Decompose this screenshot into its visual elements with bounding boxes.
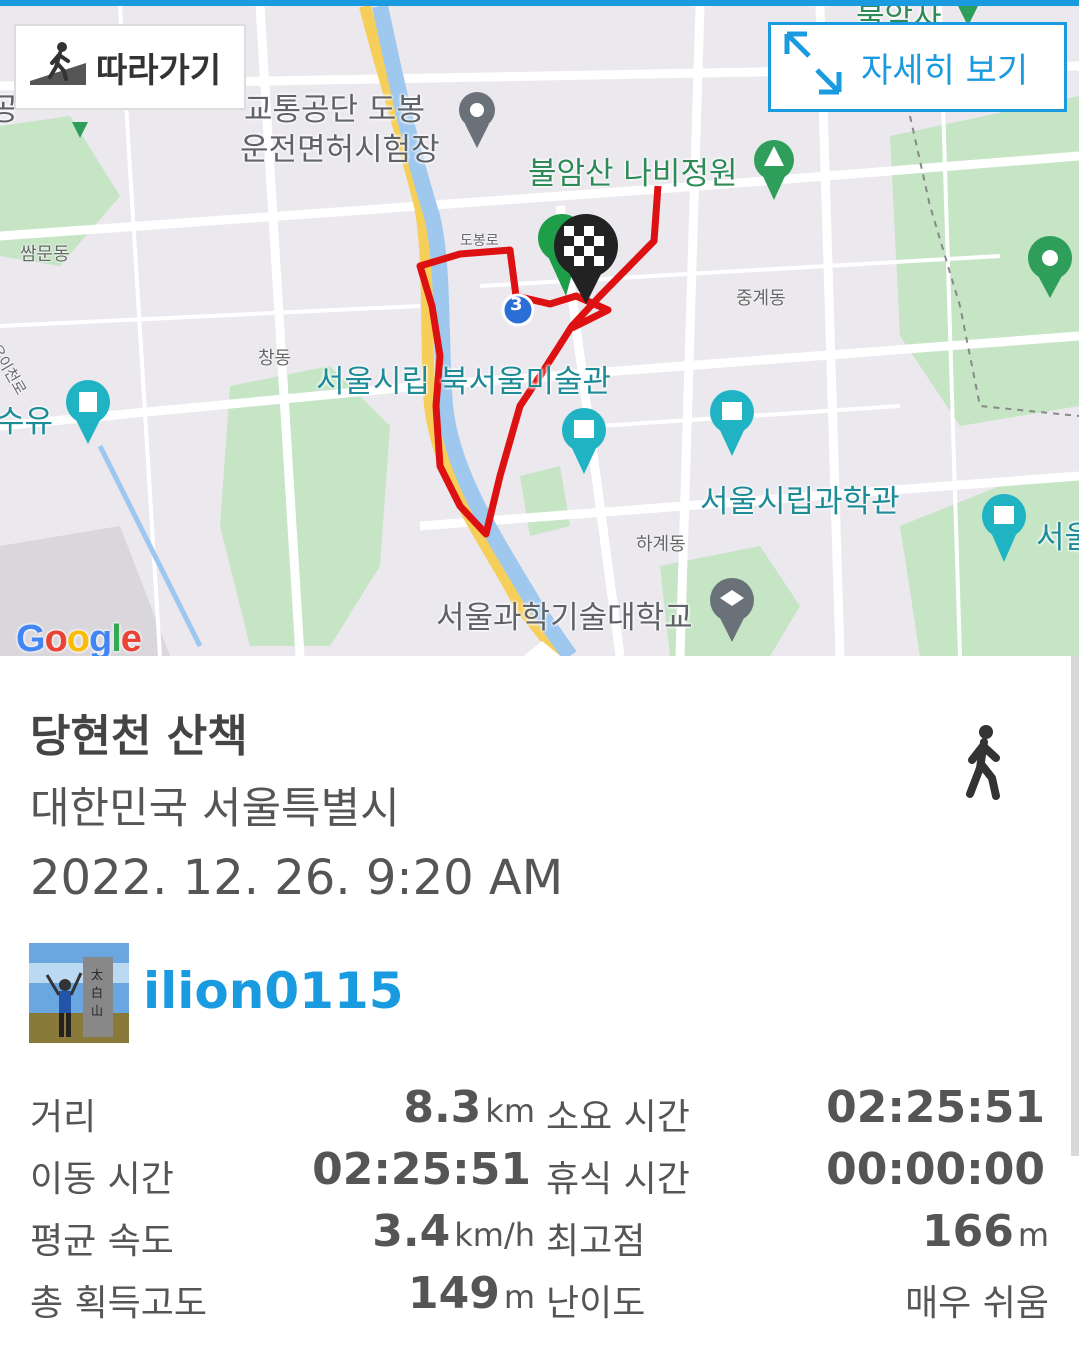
elevation-gain-label: 총 획득고도 <box>30 1283 208 1324</box>
duration-label: 소요 시간 <box>546 1097 690 1138</box>
rest-time-label: 휴식 시간 <box>546 1159 690 1200</box>
rest-time-value: 00:00:00 <box>826 1144 1045 1195</box>
map-label-suyu: 수유 <box>0 404 54 440</box>
duration-value: 02:25:51 <box>826 1082 1045 1133</box>
track-title: 당현천 산책 <box>30 711 248 762</box>
elevation-gain-unit: m <box>503 1278 535 1316</box>
max-altitude-value-wrap: 166 m <box>922 1206 1049 1257</box>
follow-button[interactable]: 따라가기 <box>14 24 246 110</box>
map-label-seoultech: 서울과학기술대학교 <box>436 600 693 636</box>
user-avatar[interactable]: 太 白 山 <box>29 943 129 1043</box>
stats-row-gain: 총 획득고도 149 m 난이도 매우 쉬움 <box>0 1264 1079 1326</box>
expand-icon <box>781 30 845 105</box>
view-details-button[interactable]: 자세히 보기 <box>768 22 1067 112</box>
avg-speed-label: 평균 속도 <box>30 1221 174 1262</box>
stats-row-speed: 평균 속도 3.4 km/h 최고점 166 m <box>0 1202 1079 1264</box>
route-number-badge: 3 <box>510 294 523 315</box>
max-altitude-value: 166 <box>921 1206 1014 1257</box>
max-altitude-unit: m <box>1017 1216 1049 1254</box>
track-location: 대한민국 서울특별시 <box>30 784 400 834</box>
walking-icon <box>960 724 1012 804</box>
map-label-driving-test: 교통공단 도봉 <box>244 92 425 128</box>
map-label-hagye: 하계동 <box>636 534 686 555</box>
moving-time-label: 이동 시간 <box>30 1159 174 1200</box>
moving-time-value: 02:25:51 <box>312 1144 531 1195</box>
username-link[interactable]: ilion0115 <box>143 962 404 1020</box>
distance-label: 거리 <box>30 1097 97 1138</box>
follow-hiker-icon <box>30 41 86 94</box>
track-date: 2022. 12. 26. 9:20 AM <box>30 850 564 906</box>
map-label-junggye: 중계동 <box>736 288 786 309</box>
avg-speed-unit: km/h <box>454 1216 535 1254</box>
map-label-museum: 서울시립 북서울미술관 <box>316 364 612 400</box>
svg-text:白: 白 <box>91 985 103 1000</box>
avg-speed-value-wrap: 3.4 km/h <box>372 1206 535 1257</box>
difficulty-label: 난이도 <box>546 1283 646 1324</box>
road-label: 도봉로 <box>460 233 499 249</box>
map-label-driving-test-2: 운전면허시험장 <box>240 132 440 168</box>
distance-value: 8.3 <box>403 1082 482 1133</box>
map-label-ssangmun: 쌈문동 <box>20 244 70 265</box>
difficulty-value: 매우 쉬움 <box>905 1283 1049 1324</box>
map-label-changdong: 창동 <box>258 348 292 369</box>
follow-label: 따라가기 <box>96 50 222 91</box>
elevation-gain-value-wrap: 149 m <box>408 1268 535 1319</box>
google-logo: Google <box>16 618 142 656</box>
map-label-butterfly-garden: 불암산 나비정원 <box>528 156 738 192</box>
avg-speed-value: 3.4 <box>372 1206 451 1257</box>
elevation-gain-value: 149 <box>407 1268 500 1319</box>
distance-unit: km <box>485 1092 535 1130</box>
distance-value-wrap: 8.3 km <box>403 1082 535 1133</box>
stats-row-moving: 이동 시간 02:25:51 휴식 시간 00:00:00 <box>0 1140 1079 1202</box>
svg-text:山: 山 <box>91 1004 103 1018</box>
svg-text:太: 太 <box>91 967 103 982</box>
max-altitude-label: 최고점 <box>546 1221 646 1262</box>
map-label-seoul-edge: 서울 <box>1036 520 1079 556</box>
map-label-science-hall: 서울시립과학관 <box>700 484 900 520</box>
view-details-label: 자세히 보기 <box>861 50 1029 91</box>
stats-row-distance: 거리 8.3 km 소요 시간 02:25:51 <box>0 1078 1079 1140</box>
